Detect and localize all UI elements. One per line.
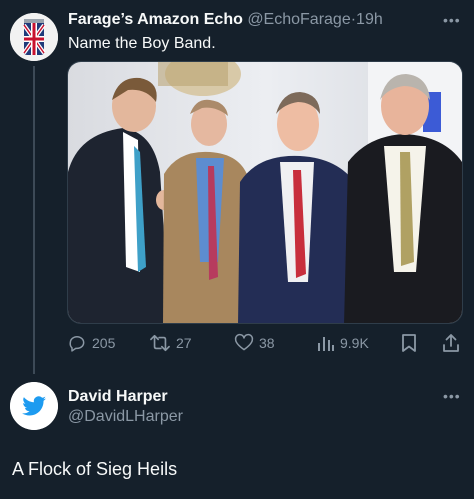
reply-button[interactable]: 205	[67, 333, 115, 353]
more-options-button[interactable]: •••	[443, 12, 461, 28]
bookmark-button[interactable]	[400, 333, 418, 353]
retweet-button[interactable]: 27	[149, 333, 192, 353]
reply-text: A Flock of Sieg Heils	[12, 459, 178, 479]
view-count: 9.9K	[340, 335, 369, 351]
tweet-author-name[interactable]: Farage’s Amazon Echo	[68, 11, 243, 28]
heart-icon	[234, 333, 254, 351]
tweet-actions-bar: 205 27 38 9.9K	[67, 333, 463, 355]
bookmark-icon	[402, 334, 416, 352]
retweet-count: 27	[176, 335, 192, 351]
tweet-text: Name the Boy Band.	[68, 35, 216, 52]
retweet-icon	[150, 334, 170, 352]
tweet-header: Farage’s Amazon Echo @EchoFarage·19h	[68, 11, 383, 29]
views-button[interactable]: 9.9K	[317, 333, 369, 353]
group-photo-image	[68, 62, 462, 323]
analytics-icon	[318, 337, 334, 351]
thread-connector-line	[33, 66, 35, 374]
tweet-photo[interactable]	[67, 61, 463, 324]
avatar-echofarage[interactable]	[10, 13, 58, 61]
reply-count: 205	[92, 335, 116, 351]
reply-author-name[interactable]: David Harper	[68, 388, 168, 406]
avatar-davidlharper[interactable]	[10, 382, 58, 430]
reply-more-options-button[interactable]: •••	[443, 388, 461, 404]
tweet-author-handle[interactable]: @EchoFarage	[247, 11, 350, 28]
twitter-bird-avatar	[10, 382, 58, 430]
tweet-timestamp[interactable]: 19h	[356, 11, 383, 28]
like-count: 38	[259, 335, 275, 351]
union-jack-can-avatar	[10, 13, 58, 61]
reply-author-handle[interactable]: @DavidLHarper	[68, 408, 183, 426]
share-icon	[443, 334, 459, 352]
like-button[interactable]: 38	[234, 333, 275, 353]
comment-icon	[69, 336, 85, 352]
share-button[interactable]	[442, 333, 460, 353]
